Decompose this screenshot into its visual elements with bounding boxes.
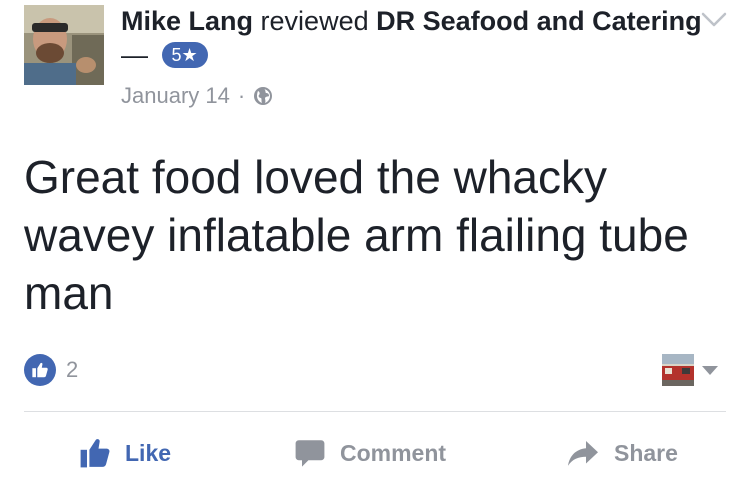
globe-icon (254, 87, 273, 105)
post-date[interactable]: January 14 (121, 82, 230, 110)
comment-icon (295, 440, 325, 467)
post-options-chevron-icon[interactable] (700, 10, 728, 30)
review-text: Great food loved the whacky wavey inflat… (24, 151, 689, 319)
review-verb: reviewed (260, 6, 369, 36)
actions-divider (24, 411, 726, 412)
share-button[interactable]: Share (566, 428, 678, 478)
reaction-count: 2 (66, 357, 79, 382)
like-button-label: Like (125, 439, 172, 466)
share-button-label: Share (614, 439, 678, 466)
page-thumbnail-image (662, 354, 694, 386)
author-avatar-image (24, 5, 104, 85)
author-name-link[interactable]: Mike Lang (121, 6, 253, 36)
page-thumbnail (662, 354, 694, 386)
page-voice-selector[interactable] (662, 354, 718, 386)
thumbs-up-icon (80, 439, 110, 468)
header-dash: — (121, 40, 148, 70)
page-name-link[interactable]: DR Seafood and Catering (376, 6, 702, 36)
like-reaction-icon (24, 354, 56, 386)
share-arrow-icon (568, 441, 598, 466)
review-header: Mike Lang reviewed DR Seafood and Cateri… (121, 4, 706, 72)
meta-separator: · (237, 83, 246, 108)
comment-button-label: Comment (340, 439, 447, 466)
chevron-down-icon (702, 365, 718, 375)
author-avatar[interactable] (24, 5, 104, 85)
comment-button[interactable]: Comment (294, 428, 446, 478)
reactions-summary[interactable]: 2 (24, 354, 78, 386)
thumbs-up-icon (32, 362, 48, 378)
like-button[interactable]: Like (79, 428, 171, 478)
rating-badge: 5★ (161, 42, 208, 68)
post-actions-bar: Like Comment Share (24, 428, 726, 478)
post-meta: January 14 · (121, 82, 273, 110)
